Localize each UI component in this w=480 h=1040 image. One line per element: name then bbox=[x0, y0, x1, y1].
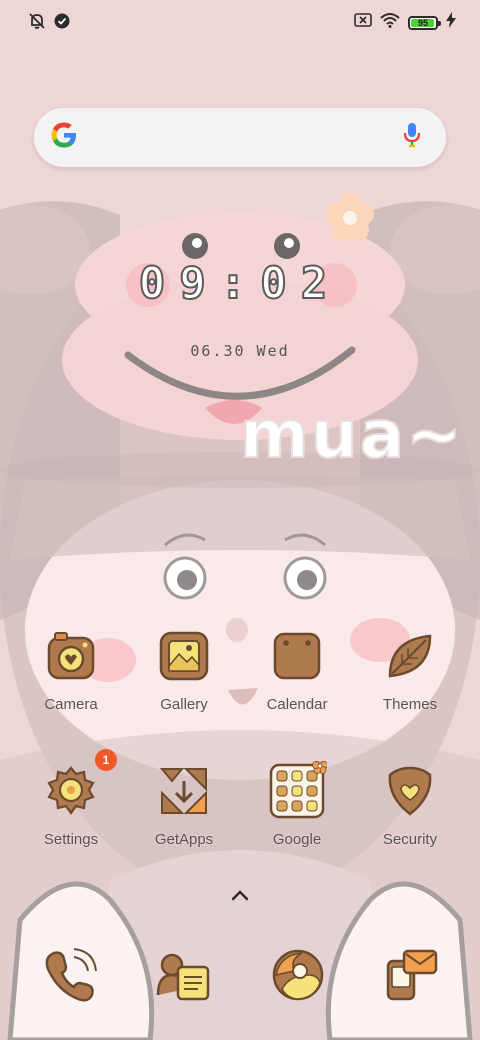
wifi-icon bbox=[380, 12, 400, 33]
notification-badge: 1 bbox=[95, 749, 117, 771]
dock-messages[interactable] bbox=[382, 945, 442, 1005]
google-search-bar[interactable] bbox=[34, 108, 446, 167]
gallery-icon bbox=[156, 628, 212, 684]
app-security[interactable]: Security bbox=[355, 763, 465, 848]
app-label: Security bbox=[382, 831, 438, 848]
app-gallery[interactable]: Gallery bbox=[129, 628, 239, 713]
check-circle-icon bbox=[54, 13, 70, 34]
app-label: GetApps bbox=[154, 831, 214, 848]
wallpaper-mua-text: mua~ bbox=[239, 395, 464, 474]
app-calendar[interactable]: Calendar bbox=[242, 628, 352, 713]
charging-bolt-icon bbox=[446, 12, 456, 33]
battery-percent: 95 bbox=[417, 17, 428, 28]
clock-widget[interactable]: 09:02 06.30 Wed bbox=[0, 257, 480, 360]
app-label: Google bbox=[272, 831, 322, 848]
app-label: Settings bbox=[43, 831, 99, 848]
app-label: Camera bbox=[44, 696, 98, 713]
app-label: Themes bbox=[382, 696, 438, 713]
app-label: Calendar bbox=[266, 696, 328, 713]
calendar-icon bbox=[269, 628, 325, 684]
clock-time: 09:02 bbox=[138, 257, 342, 310]
phone-icon bbox=[40, 948, 100, 1009]
browser-icon bbox=[268, 949, 328, 1009]
google-logo-icon[interactable] bbox=[50, 121, 78, 154]
getapps-icon bbox=[156, 763, 212, 819]
app-themes[interactable]: Themes bbox=[355, 628, 465, 713]
app-google-folder[interactable]: Google bbox=[242, 758, 352, 848]
status-bar: 95 bbox=[0, 0, 480, 42]
no-sim-icon bbox=[354, 12, 372, 33]
google-folder-icon bbox=[269, 758, 328, 819]
camera-icon bbox=[43, 628, 99, 684]
mic-icon[interactable] bbox=[402, 121, 422, 154]
app-camera[interactable]: Camera bbox=[16, 628, 126, 713]
dock-contacts[interactable] bbox=[154, 945, 214, 1005]
dock-browser[interactable] bbox=[268, 945, 328, 1005]
notifications-off-icon bbox=[28, 12, 46, 35]
battery-icon: 95 bbox=[408, 15, 441, 30]
leaf-icon bbox=[382, 628, 438, 684]
app-label: Gallery bbox=[160, 696, 208, 713]
app-drawer-chevron-icon[interactable] bbox=[228, 884, 252, 908]
gear-icon: 1 bbox=[43, 749, 117, 819]
contacts-icon bbox=[154, 953, 214, 1009]
shield-heart-icon bbox=[382, 763, 438, 819]
app-settings[interactable]: 1 Settings bbox=[16, 749, 126, 848]
app-getapps[interactable]: GetApps bbox=[129, 763, 239, 848]
dock-phone[interactable] bbox=[40, 945, 100, 1005]
clock-date: 06.30 Wed bbox=[190, 342, 290, 360]
messages-icon bbox=[382, 949, 442, 1009]
